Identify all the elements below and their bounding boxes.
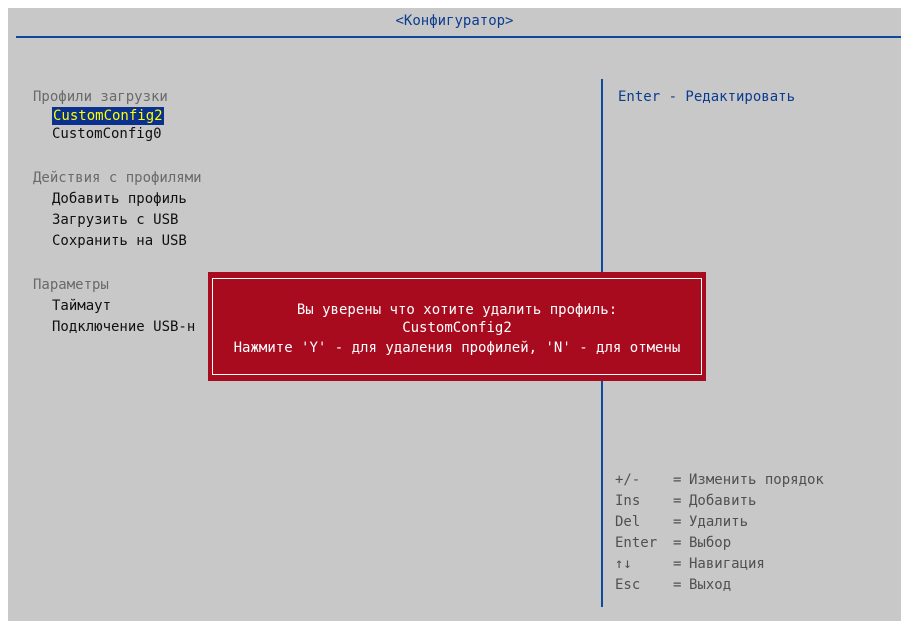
help-text: Enter - Редактировать bbox=[618, 89, 796, 105]
param-item-timeout[interactable]: Таймаут bbox=[52, 297, 111, 315]
key-label: Enter bbox=[615, 535, 658, 551]
dialog-instructions: Нажмите 'Y' - для удаления профилей, 'N'… bbox=[233, 340, 681, 356]
key-legend-row: Esc = Выход bbox=[615, 575, 824, 596]
action-item-load-usb[interactable]: Загрузить с USB bbox=[52, 211, 178, 229]
key-label: Ins bbox=[615, 493, 641, 509]
key-label: +/- bbox=[615, 472, 641, 488]
key-legend-row: Enter = Выбор bbox=[615, 533, 824, 554]
dialog-message: Вы уверены что хотите удалить профиль: bbox=[296, 302, 618, 318]
section-heading-parameters: Параметры bbox=[33, 277, 109, 293]
key-action: Выход bbox=[689, 577, 732, 593]
key-legend: +/- = Изменить порядок Ins = Добавить Del = Уд… bbox=[615, 470, 824, 596]
key-legend-row: Del = Удалить bbox=[615, 512, 824, 533]
key-action: Навигация bbox=[689, 556, 765, 572]
key-legend-row: Ins = Добавить bbox=[615, 491, 824, 512]
section-heading-profile-actions: Действия с профилями bbox=[33, 170, 202, 186]
section-heading-boot-profiles: Профили загрузки bbox=[33, 89, 168, 105]
key-action: Выбор bbox=[689, 535, 732, 551]
title-divider bbox=[16, 36, 901, 38]
key-action: Изменить порядок bbox=[689, 472, 824, 488]
profile-item-customconfig2[interactable]: CustomConfig2 bbox=[52, 107, 164, 125]
param-item-usb-connection[interactable]: Подключение USB-н bbox=[52, 318, 195, 336]
key-label: Esc bbox=[615, 577, 641, 593]
key-action: Добавить bbox=[689, 493, 757, 509]
action-item-save-usb[interactable]: Сохранить на USB bbox=[52, 232, 187, 250]
bios-screen: <Конфигуратор> Профили загрузки CustomCo… bbox=[8, 8, 901, 621]
action-item-add-profile[interactable]: Добавить профиль bbox=[52, 190, 187, 208]
key-label: Del bbox=[615, 514, 641, 530]
key-legend-row: +/- = Изменить порядок bbox=[615, 470, 824, 491]
key-legend-row: ↑↓ = Навигация bbox=[615, 554, 824, 575]
delete-confirm-dialog[interactable]: Вы уверены что хотите удалить профиль: C… bbox=[208, 272, 706, 381]
page-title: <Конфигуратор> bbox=[395, 13, 514, 29]
profile-item-customconfig0[interactable]: CustomConfig0 bbox=[52, 125, 162, 143]
key-action: Удалить bbox=[689, 514, 749, 530]
key-label: ↑↓ bbox=[615, 556, 632, 572]
dialog-profile-name: CustomConfig2 bbox=[402, 320, 512, 336]
